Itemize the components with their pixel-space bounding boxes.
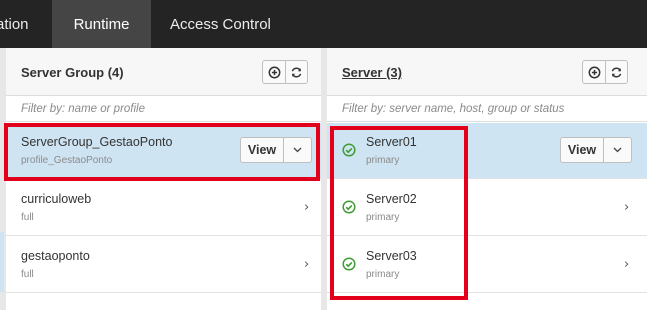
server-group-filter-input[interactable]	[21, 100, 301, 118]
tab-runtime[interactable]: Runtime	[52, 0, 151, 48]
view-button[interactable]: View	[561, 138, 603, 162]
server-column: Server (3) Server01 primary View Server0…	[327, 48, 647, 310]
server-group-view-split-button: View	[240, 137, 312, 163]
server-group-profile: full	[21, 269, 34, 280]
refresh-icon	[611, 67, 622, 77]
server-group-actions	[262, 60, 308, 84]
refresh-icon	[291, 67, 302, 77]
server-role: primary	[366, 269, 400, 280]
server-title[interactable]: Server (3)	[342, 65, 402, 80]
server-view-split-button: View	[560, 137, 632, 163]
server-group-row[interactable]: gestaoponto full ›	[6, 237, 321, 293]
chevron-down-icon	[293, 147, 302, 153]
chevron-right-icon[interactable]: ›	[304, 257, 309, 272]
server-group-header: Server Group (4)	[6, 48, 321, 96]
server-name: Server01	[366, 135, 417, 149]
server-group-name: gestaoponto	[21, 249, 90, 263]
server-header: Server (3)	[327, 48, 647, 96]
chevron-right-icon[interactable]: ›	[624, 200, 629, 215]
server-group-column: Server Group (4) ServerGroup_GestaoPonto…	[6, 48, 321, 310]
tab-configuration[interactable]: ation	[0, 0, 50, 48]
top-navigation: ation Runtime Access Control	[0, 0, 647, 48]
gutter-selection-mark	[0, 232, 4, 292]
chevron-down-icon	[613, 147, 622, 153]
server-row[interactable]: Server02 primary ›	[327, 180, 647, 236]
add-server-button[interactable]	[583, 61, 605, 83]
chevron-right-icon[interactable]: ›	[304, 200, 309, 215]
server-role: primary	[366, 155, 400, 166]
server-group-row[interactable]: ServerGroup_GestaoPonto profile_GestaoPo…	[6, 123, 321, 179]
server-group-profile: full	[21, 212, 34, 223]
server-group-filter	[6, 96, 321, 122]
server-filter	[327, 96, 647, 122]
server-group-name: ServerGroup_GestaoPonto	[21, 135, 173, 149]
server-row[interactable]: Server03 primary ›	[327, 237, 647, 293]
add-server-group-button[interactable]	[263, 61, 285, 83]
tab-access-control[interactable]: Access Control	[170, 0, 290, 48]
server-row[interactable]: Server01 primary View	[327, 123, 647, 179]
server-group-title: Server Group (4)	[21, 65, 124, 80]
server-name: Server02	[366, 192, 417, 206]
server-group-row[interactable]: curriculoweb full ›	[6, 180, 321, 236]
server-group-name: curriculoweb	[21, 192, 92, 206]
refresh-server-groups-button[interactable]	[285, 61, 307, 83]
server-role: primary	[366, 212, 400, 223]
refresh-servers-button[interactable]	[605, 61, 627, 83]
plus-circle-icon	[268, 66, 280, 78]
server-actions	[582, 60, 628, 84]
view-button[interactable]: View	[241, 138, 283, 162]
plus-circle-icon	[588, 66, 600, 78]
chevron-right-icon[interactable]: ›	[624, 257, 629, 272]
view-dropdown-toggle[interactable]	[603, 138, 631, 162]
server-filter-input[interactable]	[342, 100, 622, 118]
view-dropdown-toggle[interactable]	[283, 138, 311, 162]
check-circle-icon	[342, 257, 356, 271]
server-name: Server03	[366, 249, 417, 263]
server-group-profile: profile_GestaoPonto	[21, 155, 113, 166]
check-circle-icon	[342, 200, 356, 214]
check-circle-icon	[342, 143, 356, 157]
